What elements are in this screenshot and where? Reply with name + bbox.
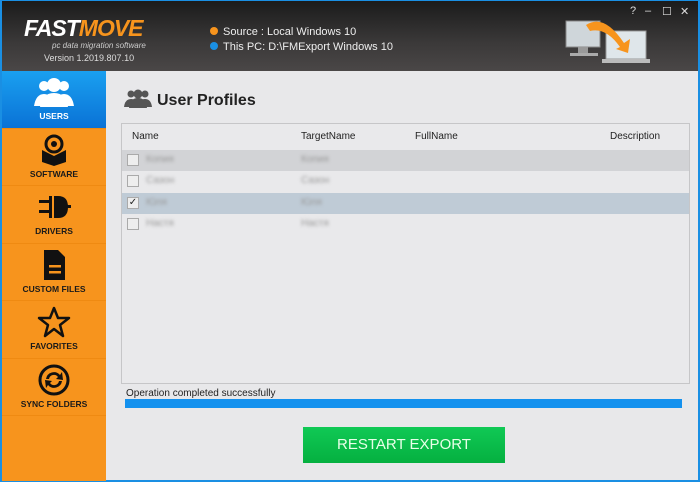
sidebar-item-drivers[interactable]: DRIVERS (2, 186, 106, 244)
cell-name: Настя (146, 217, 174, 229)
column-header-description[interactable]: Description (610, 131, 660, 142)
file-icon (44, 249, 65, 280)
cell-targetname: Настя (301, 217, 329, 229)
close-button[interactable]: ✕ (680, 5, 689, 18)
table-row[interactable]: Настя Настя (122, 213, 689, 235)
minimize-button[interactable]: – (645, 5, 651, 17)
sync-icon (38, 364, 70, 395)
row-checkbox[interactable] (127, 154, 139, 166)
column-header-targetname[interactable]: TargetName (301, 131, 355, 142)
table-row[interactable]: Копия Копия (122, 150, 689, 171)
maximize-button[interactable]: ☐ (662, 5, 672, 18)
user-profiles-table: Name TargetName FullName Description Коп… (121, 123, 690, 384)
version-label: Version 1.2019.807.10 (44, 53, 135, 63)
users-icon (124, 89, 152, 108)
sidebar-item-custom-files[interactable]: CUSTOM FILES (2, 244, 106, 301)
target-info: This PC: D:\FMExport Windows 10 (210, 41, 393, 53)
software-icon (42, 134, 66, 166)
page-title: User Profiles (124, 88, 256, 110)
row-checkbox[interactable] (127, 217, 139, 230)
row-checkbox[interactable]: ✓ (127, 196, 139, 209)
tagline: pc data migration software (52, 41, 146, 50)
source-info: Source : Local Windows 10 (210, 26, 356, 38)
users-icon (34, 78, 74, 107)
restart-export-button[interactable]: RESTART EXPORT (303, 427, 505, 463)
column-header-fullname[interactable]: FullName (415, 131, 458, 142)
sidebar-item-users[interactable]: USERS (2, 71, 106, 129)
progress-fill (125, 399, 682, 408)
cell-name: Сазон (146, 175, 175, 187)
star-icon (37, 306, 71, 338)
sidebar: USERS SOFTWARE DRIVERS CUSTOM FILES FAVO… (2, 71, 106, 481)
header: FASTMOVE pc data migration software Vers… (2, 1, 698, 71)
target-dot-icon (210, 42, 218, 50)
column-header-name[interactable]: Name (132, 131, 159, 142)
table-row[interactable]: ✓ Юля Юля (122, 192, 689, 214)
pc-transfer-icon (565, 20, 650, 63)
status-message: Operation completed successfully (126, 388, 276, 399)
row-checkbox[interactable] (127, 175, 139, 188)
progress-bar (125, 399, 682, 408)
cell-targetname: Сазон (301, 175, 330, 187)
cell-name: Копия (146, 154, 174, 165)
cell-targetname: Юля (301, 196, 322, 208)
cell-name: Юля (146, 196, 167, 208)
cell-targetname: Копия (301, 154, 329, 165)
plug-icon (39, 196, 71, 218)
sidebar-item-favorites[interactable]: FAVORITES (2, 301, 106, 359)
source-dot-icon (210, 27, 218, 35)
help-button[interactable]: ? (630, 5, 636, 17)
sidebar-item-software[interactable]: SOFTWARE (2, 129, 106, 186)
table-row[interactable]: Сазон Сазон (122, 171, 689, 193)
sidebar-item-sync-folders[interactable]: SYNC FOLDERS (2, 359, 106, 416)
app-window: FASTMOVE pc data migration software Vers… (0, 0, 700, 482)
logo: FASTMOVE (24, 15, 144, 41)
